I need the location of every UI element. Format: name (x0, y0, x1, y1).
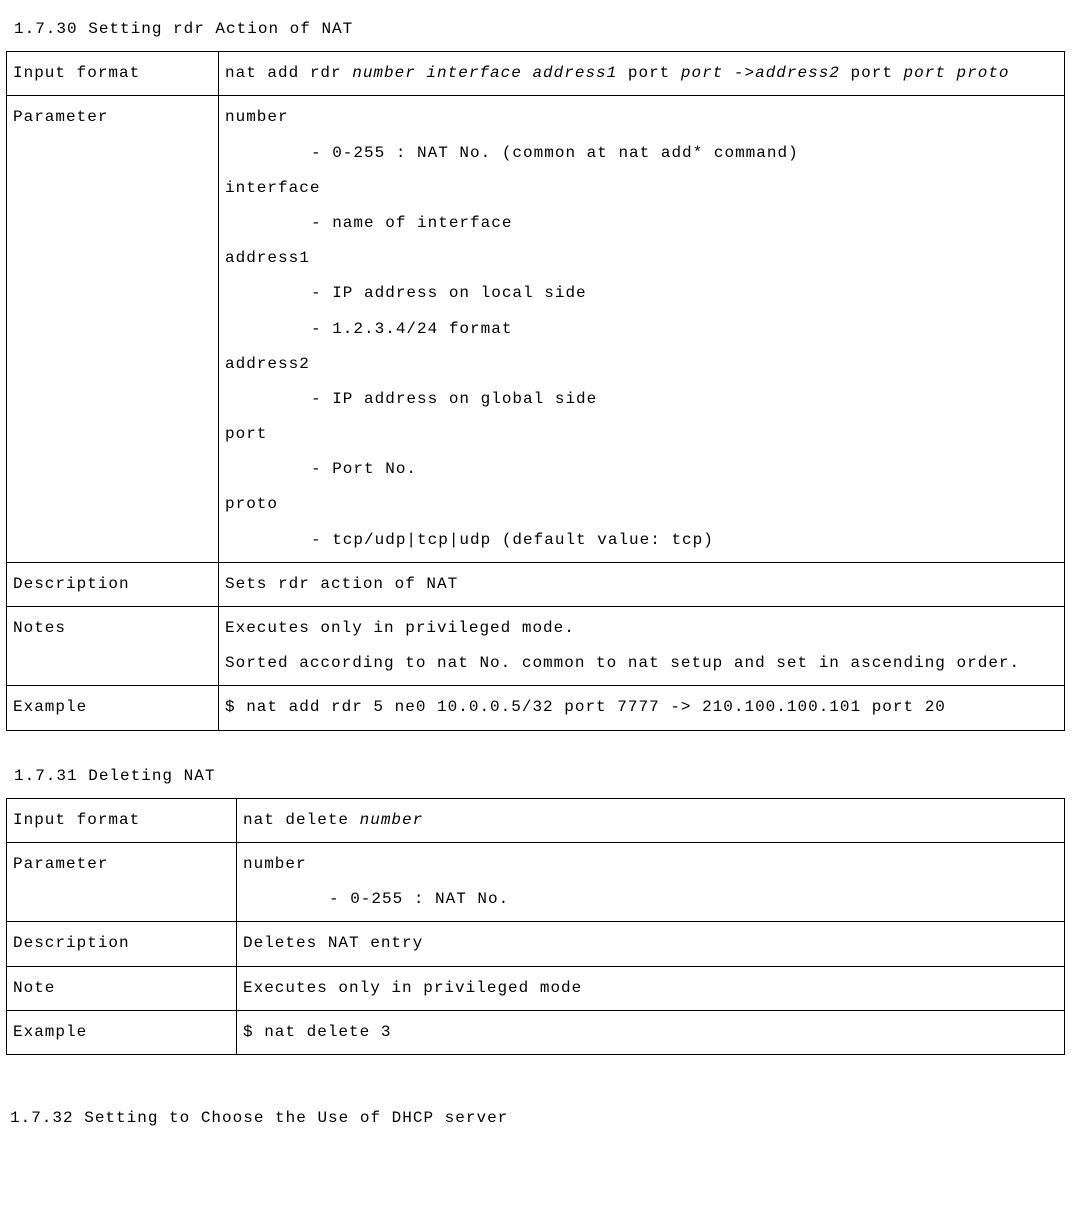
param-detail: - tcp/udp|tcp|udp (default value: tcp) (225, 523, 1058, 558)
text: port (840, 64, 904, 82)
table-row: Parameter number - 0-255 : NAT No. (7, 842, 1065, 921)
value-note: Executes only in privileged mode (237, 966, 1065, 1010)
label-parameter: Parameter (7, 96, 219, 562)
text: nat add rdr (225, 64, 352, 82)
table-row: Description Sets rdr action of NAT (7, 562, 1065, 606)
label-note: Note (7, 966, 237, 1010)
value-input-format: nat delete number (237, 798, 1065, 842)
text: Executes only in privileged mode. (225, 611, 1058, 646)
value-input-format: nat add rdr number interface address1 po… (219, 52, 1065, 96)
table-row: Input format nat delete number (7, 798, 1065, 842)
table-1-7-30: Input format nat add rdr number interfac… (6, 51, 1065, 730)
value-parameter: number - 0-255 : NAT No. (common at nat … (219, 96, 1065, 562)
value-example: $ nat add rdr 5 ne0 10.0.0.5/32 port 777… (219, 686, 1065, 730)
value-example: $ nat delete 3 (237, 1010, 1065, 1054)
param-name: number (243, 847, 1058, 882)
param-detail: - IP address on global side (225, 382, 1058, 417)
value-description: Sets rdr action of NAT (219, 562, 1065, 606)
param-name: interface (225, 171, 1058, 206)
param-detail: - 0-255 : NAT No. (common at nat add* co… (225, 136, 1058, 171)
label-example: Example (7, 686, 219, 730)
table-row: Example $ nat add rdr 5 ne0 10.0.0.5/32 … (7, 686, 1065, 730)
param-name: address1 (225, 241, 1058, 276)
table-row: Parameter number - 0-255 : NAT No. (comm… (7, 96, 1065, 562)
section-heading-1-7-32: 1.7.32 Setting to Choose the Use of DHCP… (10, 1101, 1065, 1136)
text: nat delete (243, 811, 360, 829)
value-notes: Executes only in privileged mode. Sorted… (219, 607, 1065, 686)
label-description: Description (7, 562, 219, 606)
label-parameter: Parameter (7, 842, 237, 921)
value-parameter: number - 0-255 : NAT No. (237, 842, 1065, 921)
table-1-7-31: Input format nat delete number Parameter… (6, 798, 1065, 1055)
label-example: Example (7, 1010, 237, 1054)
table-row: Description Deletes NAT entry (7, 922, 1065, 966)
table-row: Note Executes only in privileged mode (7, 966, 1065, 1010)
param-name: proto (225, 487, 1058, 522)
label-input-format: Input format (7, 798, 237, 842)
label-notes: Notes (7, 607, 219, 686)
text-italic: number (360, 811, 424, 829)
text-italic: address2 (755, 64, 840, 82)
table-row: Input format nat add rdr number interfac… (7, 52, 1065, 96)
text: port (617, 64, 681, 82)
table-row: Notes Executes only in privileged mode. … (7, 607, 1065, 686)
param-detail: - name of interface (225, 206, 1058, 241)
table-row: Example $ nat delete 3 (7, 1010, 1065, 1054)
param-name: number (225, 100, 1058, 135)
text-italic: port proto (904, 64, 1010, 82)
param-name: address2 (225, 347, 1058, 382)
param-detail: - 0-255 : NAT No. (243, 882, 1058, 917)
param-detail: - 1.2.3.4/24 format (225, 312, 1058, 347)
param-detail: - IP address on local side (225, 276, 1058, 311)
section-heading-1-7-31: 1.7.31 Deleting NAT (14, 759, 1065, 794)
label-description: Description (7, 922, 237, 966)
text: Sorted according to nat No. common to na… (225, 646, 1058, 681)
param-name: port (225, 417, 1058, 452)
section-heading-1-7-30: 1.7.30 Setting rdr Action of NAT (14, 12, 1065, 47)
param-detail: - Port No. (225, 452, 1058, 487)
value-description: Deletes NAT entry (237, 922, 1065, 966)
label-input-format: Input format (7, 52, 219, 96)
text-italic: port (681, 64, 723, 82)
text-italic: number interface address1 (352, 64, 617, 82)
text: -> (723, 64, 755, 82)
